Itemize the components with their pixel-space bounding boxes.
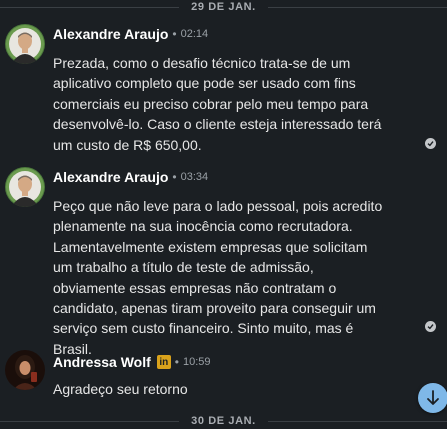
- message-time: 02:14: [180, 28, 209, 40]
- message-header: Alexandre Araujo • 02:14: [53, 26, 208, 42]
- sender-name[interactable]: Alexandre Araujo: [53, 169, 168, 185]
- message-body: Agradeço seu retorno: [53, 379, 383, 399]
- message-item: Alexandre Araujo • 02:14 Prezada, como o…: [0, 22, 447, 157]
- arrow-down-icon: [427, 390, 439, 405]
- message-item: Alexandre Araujo • 03:34 Peço que não le…: [0, 163, 447, 357]
- message-text: Peço que não leve para o lado pessoal, p…: [53, 198, 383, 357]
- message-item: Andressa Wolf in • 10:59 Agradeço seu re…: [0, 345, 447, 405]
- linkedin-badge-icon: in: [156, 355, 171, 369]
- date-label: 29 DE JAN.: [179, 1, 268, 13]
- message-body: Peço que não leve para o lado pessoal, p…: [53, 196, 383, 359]
- message-header: Alexandre Araujo • 03:34: [53, 169, 208, 185]
- separator-dot: •: [172, 27, 177, 41]
- date-separator-bottom: 30 DE JAN.: [0, 414, 447, 428]
- message-text: Agradeço seu retorno: [53, 381, 188, 397]
- sender-name[interactable]: Andressa Wolf: [53, 354, 151, 370]
- separator-dot: •: [172, 170, 177, 184]
- avatar[interactable]: [5, 350, 45, 390]
- avatar[interactable]: [5, 24, 45, 64]
- message-time: 03:34: [180, 171, 209, 183]
- scroll-down-button[interactable]: [418, 383, 447, 413]
- check-circle-icon: [425, 138, 436, 149]
- message-text: Prezada, como o desafio técnico trata-se…: [53, 55, 382, 153]
- date-label: 30 DE JAN.: [179, 415, 268, 427]
- message-time: 10:59: [182, 356, 211, 368]
- message-header: Andressa Wolf in • 10:59: [53, 354, 211, 370]
- separator-dot: •: [174, 355, 179, 369]
- message-body: Prezada, como o desafio técnico trata-se…: [53, 53, 383, 155]
- date-separator-top: 29 DE JAN.: [0, 0, 447, 14]
- avatar[interactable]: [5, 167, 45, 207]
- check-circle-icon: [425, 321, 436, 332]
- sender-name[interactable]: Alexandre Araujo: [53, 26, 168, 42]
- conversation-view: 29 DE JAN. Alexandre Araujo • 02:14 Prez…: [0, 0, 447, 429]
